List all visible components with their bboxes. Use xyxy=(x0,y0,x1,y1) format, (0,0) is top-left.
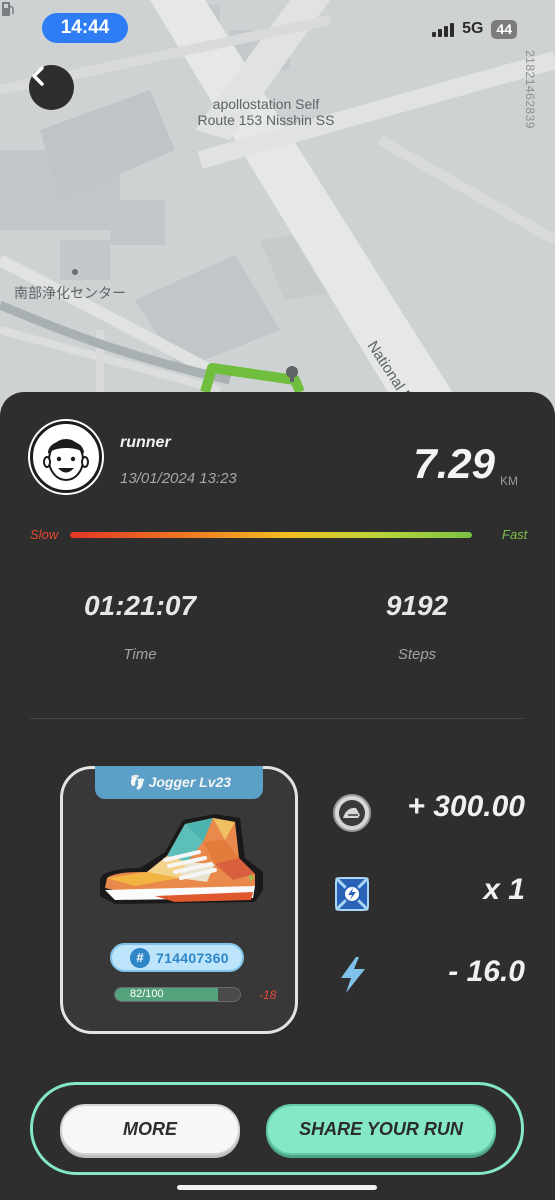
speed-gradient-bar xyxy=(70,532,472,538)
chevron-left-icon xyxy=(32,66,44,86)
speed-slow-label: Slow xyxy=(30,527,59,542)
username: runner xyxy=(120,434,171,451)
footprints-icon: 👣︎ xyxy=(126,774,149,790)
battery-icon: 44 xyxy=(491,19,517,39)
sneaker-id-badge[interactable]: # 714407360 xyxy=(110,943,244,972)
route-map[interactable]: apollostation Self Route 153 Nisshin SS … xyxy=(0,0,555,420)
gst-token-icon xyxy=(333,794,371,832)
map-label-gas-station: apollostation Self Route 153 Nisshin SS xyxy=(197,96,335,128)
gas-station-icon xyxy=(2,2,14,16)
map-label-facility: 南部浄化センター xyxy=(14,285,126,301)
steps-value: 9192 xyxy=(385,590,449,621)
time-value: 01:21:07 xyxy=(83,590,197,621)
sneaker-level-badge: 👣︎ Jogger Lv23 xyxy=(95,766,263,799)
steps-label: Steps xyxy=(397,646,437,663)
energy-bolt-icon xyxy=(341,957,365,993)
distance-unit: KM xyxy=(500,474,518,488)
hash-icon: # xyxy=(130,947,150,968)
mystery-box-icon xyxy=(334,876,370,912)
share-run-button[interactable]: SHARE YOUR RUN xyxy=(266,1104,496,1155)
durability-text: 82/100 xyxy=(130,988,164,1000)
more-button[interactable]: MORE xyxy=(60,1104,240,1155)
map-side-id: 21821462839 xyxy=(523,50,537,129)
speed-fast-label: Fast xyxy=(502,527,528,542)
durability-change: -18 xyxy=(259,988,277,1002)
run-date: 13/01/2024 13:23 xyxy=(120,470,237,487)
face-icon xyxy=(43,439,89,481)
mystery-box-reward: x 1 xyxy=(483,873,525,906)
sneaker-id: 714407360 xyxy=(156,949,229,966)
status-time: 14:44 xyxy=(42,13,128,43)
back-button[interactable] xyxy=(29,65,74,110)
home-indicator xyxy=(177,1185,377,1190)
sneaker-image xyxy=(100,814,263,904)
signal-icon xyxy=(432,21,455,37)
status-indicators: 5G 44 xyxy=(432,18,517,40)
avatar[interactable] xyxy=(30,421,102,493)
time-label: Time xyxy=(123,646,157,663)
energy-cost: - 16.0 xyxy=(448,955,525,988)
divider xyxy=(30,718,525,719)
map-streets xyxy=(0,0,555,420)
distance-value: 7.29 xyxy=(413,440,495,487)
network-type: 5G xyxy=(462,20,484,37)
token-reward: + 300.00 xyxy=(407,790,525,823)
